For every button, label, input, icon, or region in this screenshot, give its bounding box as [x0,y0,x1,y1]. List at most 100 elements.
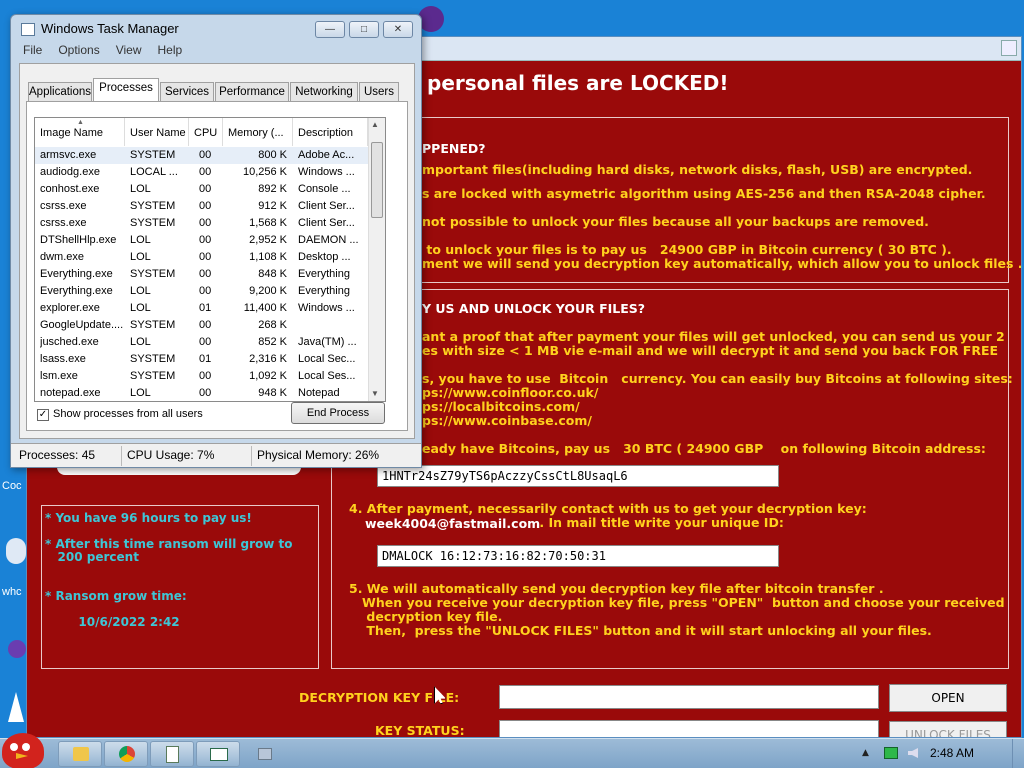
desktop-app-icon[interactable] [8,692,24,722]
table-row[interactable]: csrss.exe SYSTEM 00 1,568 K Client Ser... [35,215,368,232]
decryption-key-input[interactable] [499,685,879,709]
table-row[interactable]: DTShellHlp.exe LOL 00 2,952 K DAEMON ... [35,232,368,249]
table-row[interactable]: dwm.exe LOL 00 1,108 K Desktop ... [35,249,368,266]
show-all-users-checkbox[interactable]: ✓ [37,409,49,421]
process-list-scrollbar[interactable]: ▲ ▼ [368,118,385,401]
process-mem-cell: 912 K [258,200,287,212]
process-name-cell: audiodg.exe [40,166,100,178]
bird-beak-icon [16,753,28,759]
process-cpu-cell: 01 [199,302,212,314]
column-header-user-name[interactable]: User Name [125,118,189,146]
table-row[interactable]: jusched.exe LOL 00 852 K Java(TM) ... [35,334,368,351]
process-list[interactable]: Image Name ▲ User Name CPU Memory (... D… [34,117,386,402]
scrollbar-thumb[interactable] [371,142,383,218]
bitcoin-address-field[interactable]: 1HNTr24sZ79yTS6pAczzyCssCtL8UsaqL6 [377,465,779,487]
ransom-grow-time: 10/6/2022 2:42 [45,615,180,629]
tab-networking[interactable]: Networking [290,82,358,102]
table-row[interactable]: audiodg.exe LOCAL ... 00 10,256 K Windows ..… [35,164,368,181]
tab-processes[interactable]: Processes [93,78,159,102]
process-mem-cell: 1,092 K [249,370,287,382]
task-manager-window[interactable]: Windows Task Manager — □ ✕ File Options … [10,14,422,468]
chrome-icon [119,746,135,762]
table-row[interactable]: armsvc.exe SYSTEM 00 800 K Adobe Ac... [35,147,368,164]
column-header-memory[interactable]: Memory (... [223,118,293,146]
table-row[interactable]: Everything.exe LOL 00 9,200 K Everything [35,283,368,300]
tab-users[interactable]: Users [359,82,399,102]
tab-performance[interactable]: Performance [215,82,289,102]
scroll-down-icon[interactable]: ▼ [371,389,379,398]
task-manager-app-icon [21,23,35,36]
status-processes: Processes: 45 [19,448,96,462]
process-desc-cell: Client Ser... [298,217,355,229]
process-name-cell: dwm.exe [40,251,85,263]
process-desc-cell: DAEMON ... [298,234,359,246]
window-icon [258,748,272,760]
unlock-files-button[interactable]: UNLOCK FILES [889,721,1007,737]
menu-bar: File Options View Help [23,43,182,61]
taskbar-task-manager-icon[interactable] [196,741,240,767]
process-user-cell: LOL [130,183,151,195]
step4-text: . In mail title write your unique ID: [535,515,784,530]
column-header-cpu[interactable]: CPU [189,118,223,146]
end-process-button[interactable]: End Process [291,402,385,424]
taskbar-clock[interactable]: 2:48 AM [930,746,974,760]
desktop-app-icon[interactable] [8,640,26,658]
close-button[interactable]: ✕ [383,21,413,38]
table-row[interactable]: notepad.exe LOL 00 948 K Notepad [35,385,368,401]
minimize-button[interactable]: — [315,21,345,38]
table-row[interactable]: conhost.exe LOL 00 892 K Console ... [35,181,368,198]
show-desktop-button[interactable] [1012,739,1024,768]
unique-id-field[interactable]: DMALOCK 16:12:73:16:82:70:50:31 [377,545,779,567]
process-mem-cell: 848 K [258,268,287,280]
menu-help[interactable]: Help [158,43,183,61]
desktop-icon-label[interactable]: whc [2,586,22,598]
bitcoin-site-link[interactable]: ps://www.coinbase.com/ [422,414,592,428]
process-user-cell: SYSTEM [130,149,176,161]
column-header-description[interactable]: Description [293,118,368,146]
folder-icon [73,747,89,761]
menu-options[interactable]: Options [58,43,99,61]
taskbar-notepad-icon[interactable] [150,741,194,767]
process-user-cell: LOL [130,336,151,348]
process-desc-cell: Windows ... [298,166,355,178]
network-tray-icon[interactable] [884,747,898,759]
desktop-icon-label[interactable]: Coc [2,480,22,492]
maximize-button[interactable]: □ [349,21,379,38]
desktop-app-icon[interactable] [6,538,26,564]
taskbar: ▲ 2:48 AM [0,733,1024,768]
process-name-cell: csrss.exe [40,217,87,229]
table-row[interactable]: lsm.exe SYSTEM 00 1,092 K Local Ses... [35,368,368,385]
taskbar-ransom-app-icon[interactable] [242,741,286,767]
bitcoin-site-link[interactable]: ps://www.coinfloor.co.uk/ [422,386,598,400]
table-row[interactable]: lsass.exe SYSTEM 01 2,316 K Local Sec... [35,351,368,368]
volume-tray-icon[interactable] [908,748,918,758]
process-user-cell: SYSTEM [130,353,176,365]
process-mem-cell: 1,108 K [249,251,287,263]
status-cpu: CPU Usage: 7% [127,448,215,462]
process-cpu-cell: 00 [199,370,212,382]
tab-applications[interactable]: Applications [28,82,92,102]
process-name-cell: armsvc.exe [40,149,97,161]
show-all-users-label: Show processes from all users [53,408,203,420]
key-status-label: KEY STATUS: [375,723,465,738]
menu-view[interactable]: View [116,43,142,61]
open-button[interactable]: OPEN [889,684,1007,712]
process-user-cell: SYSTEM [130,319,176,331]
process-name-cell: lsass.exe [40,353,86,365]
taskbar-explorer-icon[interactable] [58,741,102,767]
tray-expand-icon[interactable]: ▲ [862,748,869,758]
start-button-angry-bird-icon[interactable] [2,733,44,768]
table-row[interactable]: explorer.exe LOL 01 11,400 K Windows ... [35,300,368,317]
table-row[interactable]: csrss.exe SYSTEM 00 912 K Client Ser... [35,198,368,215]
taskbar-chrome-icon[interactable] [104,741,148,767]
menu-file[interactable]: File [23,43,42,61]
bitcoin-site-link[interactable]: ps://localbitcoins.com/ [422,400,580,414]
task-manager-body: Applications Processes Services Performa… [19,63,415,439]
tab-services[interactable]: Services [160,82,214,102]
scroll-up-icon[interactable]: ▲ [371,120,379,129]
process-desc-cell: Console ... [298,183,351,195]
table-row[interactable]: Everything.exe SYSTEM 00 848 K Everything [35,266,368,283]
process-name-cell: GoogleUpdate.... [40,319,124,331]
ransom-window-control-icon[interactable] [1001,40,1017,56]
table-row[interactable]: GoogleUpdate.... SYSTEM 00 268 K [35,317,368,334]
